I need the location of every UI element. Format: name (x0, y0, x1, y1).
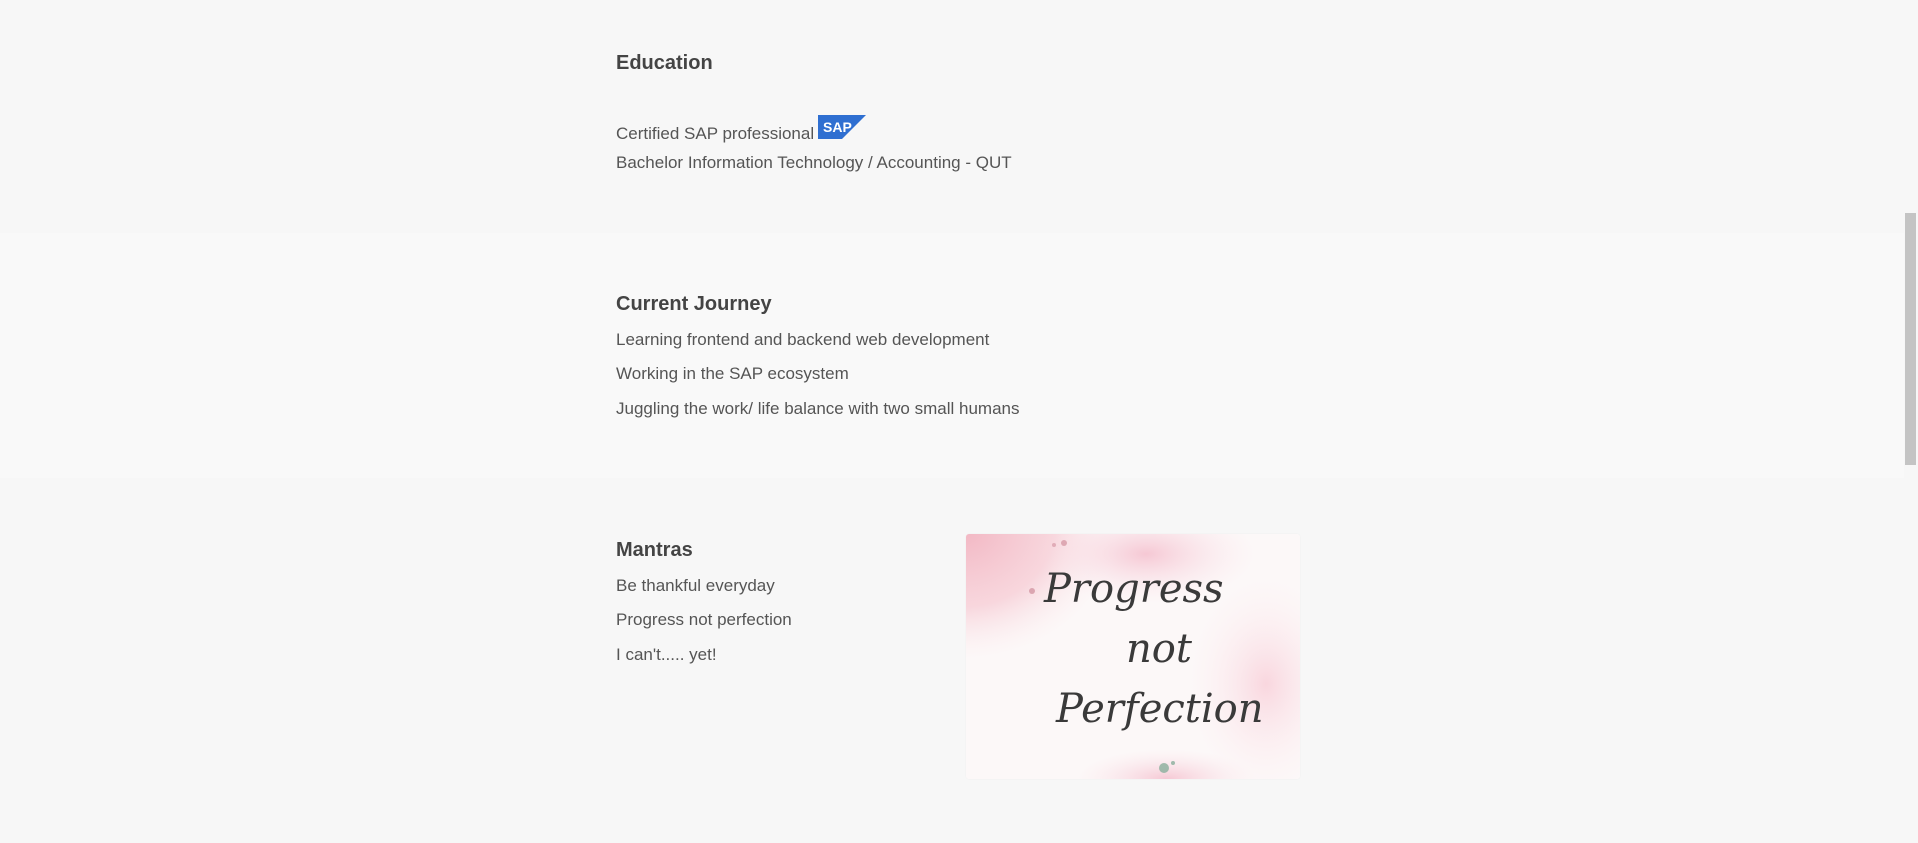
sap-logo-text: SAP (823, 119, 852, 135)
current-journey-heading: Current Journey (616, 293, 772, 315)
education-item-degree: Bachelor Information Technology / Accoun… (616, 153, 1012, 172)
mantra-item: Progress not perfection (616, 610, 792, 629)
poster-line-1: Progress (1043, 566, 1224, 612)
scrollbar-thumb[interactable] (1905, 213, 1916, 465)
page: Education Certified SAP professional SAP… (0, 0, 1918, 843)
mantra-item: I can't..... yet! (616, 645, 717, 664)
journey-item: Juggling the work/ life balance with two… (616, 399, 1020, 418)
education-section (0, 0, 1904, 233)
current-journey-section (0, 233, 1904, 478)
education-item-sap: Certified SAP professional SAP (616, 115, 867, 143)
mantras-heading: Mantras (616, 539, 693, 561)
progress-not-perfection-image: Progress not Perfection (966, 534, 1300, 779)
mantras-section (0, 478, 1904, 843)
journey-item: Learning frontend and backend web develo… (616, 330, 990, 349)
education-item-label: Certified SAP professional (616, 124, 815, 143)
education-heading: Education (616, 52, 713, 74)
poster-line-2: not (1126, 626, 1193, 672)
sap-logo-icon: SAP (818, 115, 867, 139)
mantra-item: Be thankful everyday (616, 576, 775, 595)
poster-line-3: Perfection (1055, 686, 1264, 732)
journey-item: Working in the SAP ecosystem (616, 364, 849, 383)
